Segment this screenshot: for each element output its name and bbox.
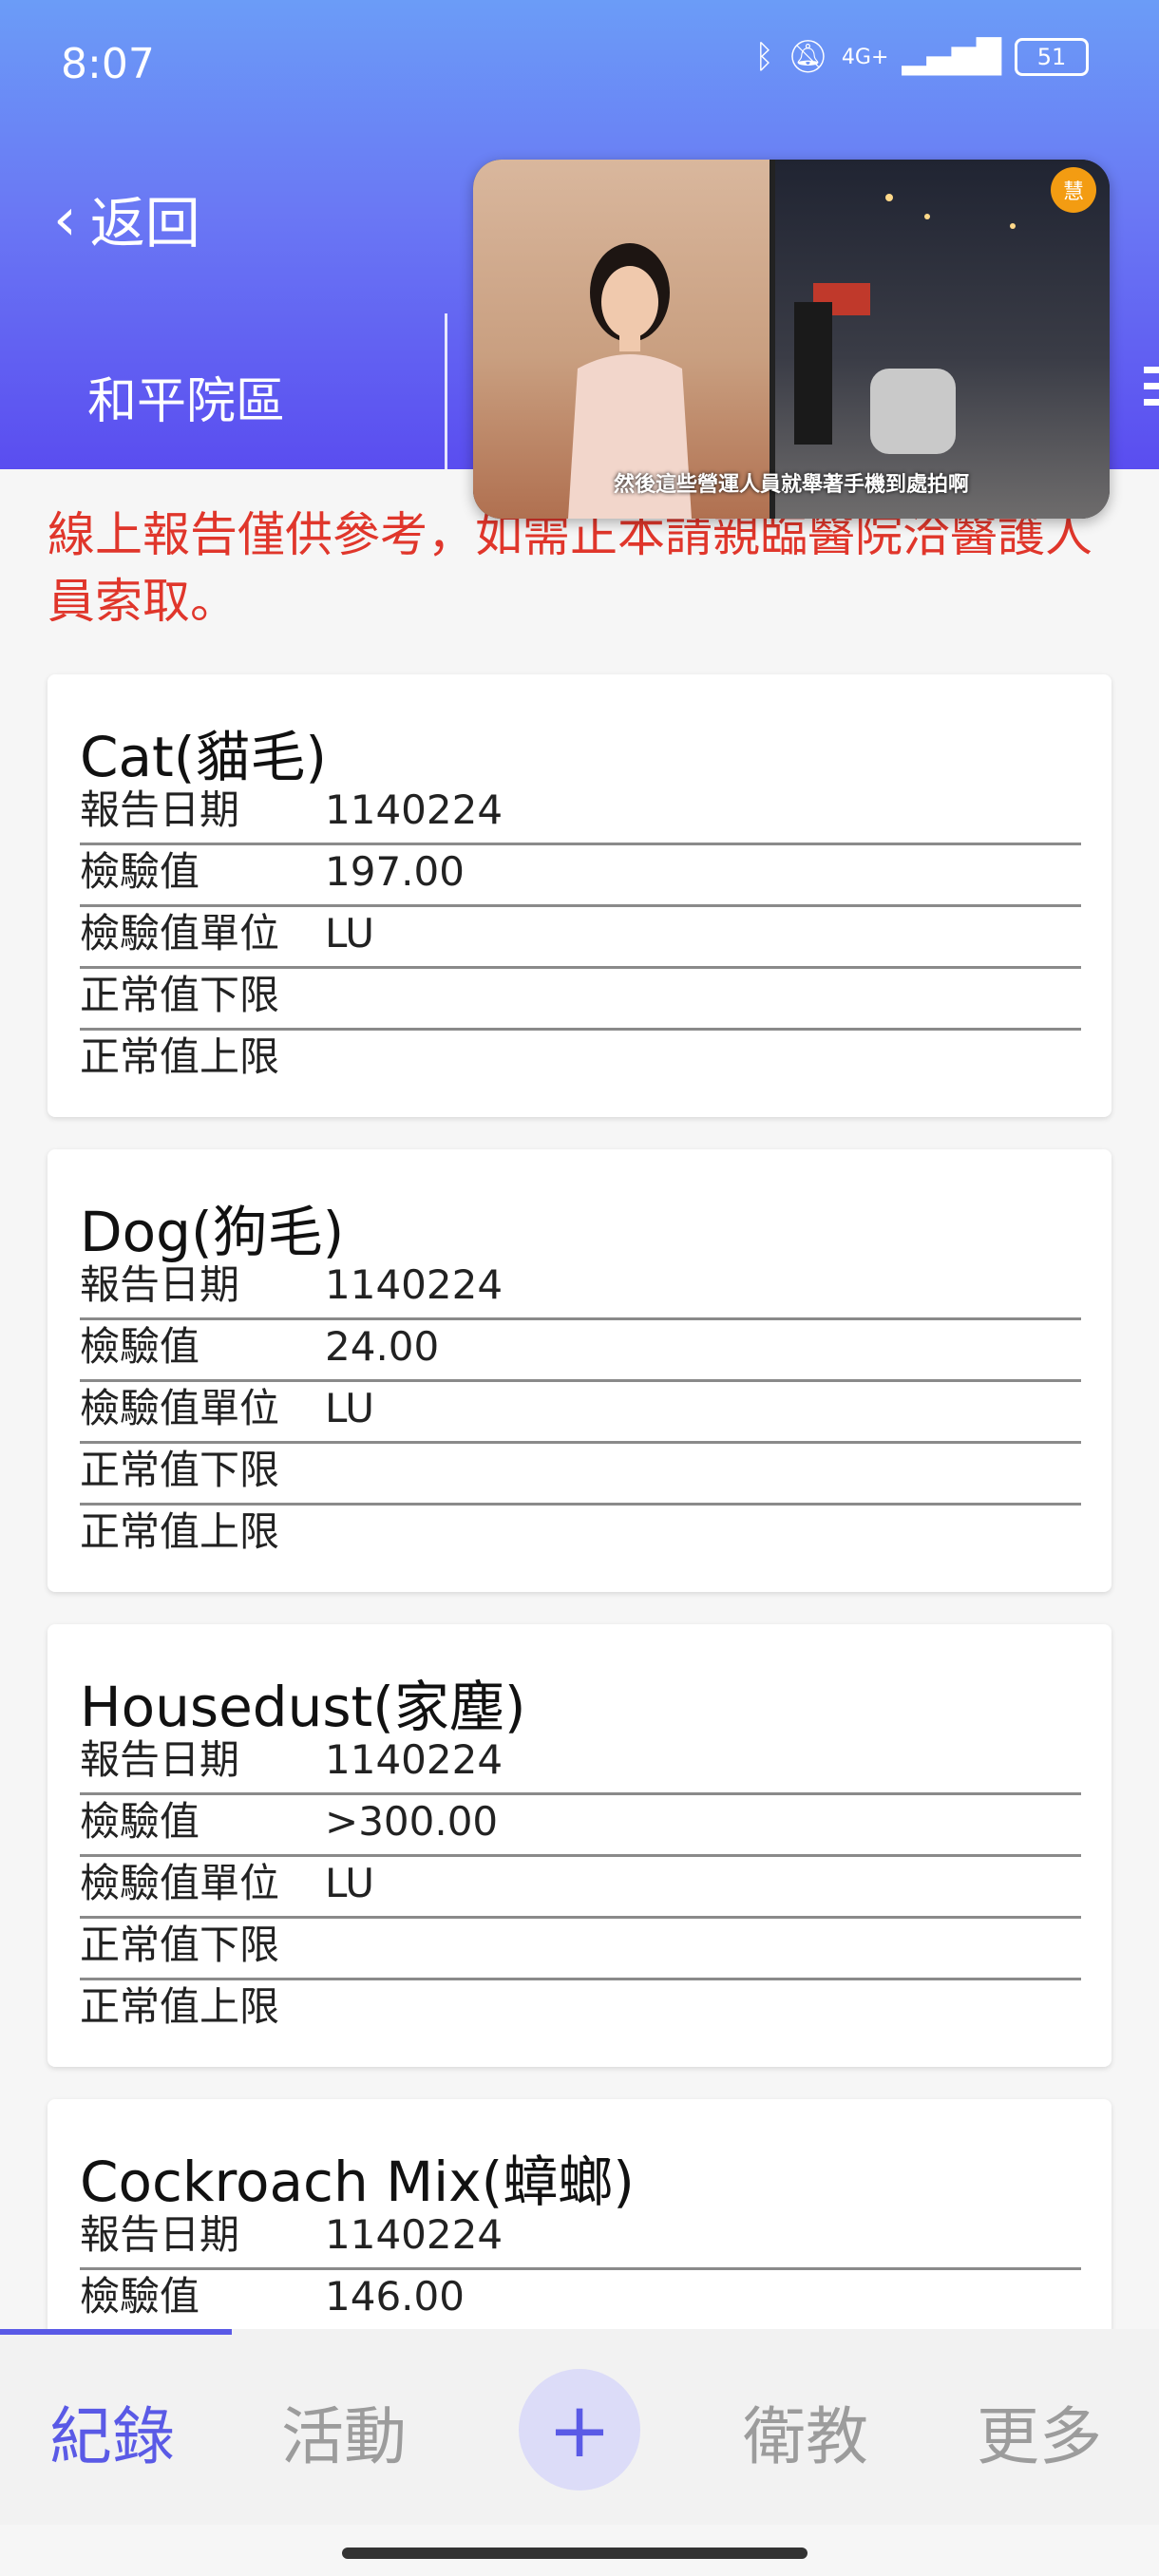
label-upper: 正常值上限 — [80, 1983, 280, 2030]
battery-icon: 51 — [1015, 38, 1089, 76]
label-unit: 檢驗值單位 — [80, 910, 280, 957]
tab-indicator — [0, 2329, 232, 2335]
header-divider — [445, 313, 447, 469]
channel-logo-icon: 慧 — [1051, 167, 1096, 213]
value-unit: LU — [325, 1385, 375, 1431]
label-lower: 正常值下限 — [80, 1447, 280, 1493]
row-lower: 正常值下限 — [80, 966, 1081, 1031]
value-date: 1140224 — [325, 1736, 504, 1783]
status-time: 8:07 — [61, 40, 155, 88]
add-button[interactable]: + — [519, 2369, 640, 2491]
video-pip[interactable]: 慧 然後這些營運人員就舉著手機到處拍啊 — [473, 160, 1110, 519]
label-unit: 檢驗值單位 — [80, 1860, 280, 1906]
label-date: 報告日期 — [80, 1736, 240, 1783]
row-upper: 正常值上限 — [80, 1503, 1081, 1564]
label-value: 檢驗值 — [80, 1798, 200, 1845]
tab-records[interactable]: 紀錄 — [49, 2386, 175, 2477]
row-date: 報告日期 1140224 — [80, 2206, 1081, 2270]
signal-icon: ▂▄▆█ — [902, 38, 1001, 76]
bluetooth-icon: ᛒ — [754, 38, 774, 76]
row-date: 報告日期 1140224 — [80, 1731, 1081, 1795]
tab-education[interactable]: 衛教 — [743, 2386, 868, 2477]
value-unit: LU — [325, 910, 375, 957]
tab-more[interactable]: 更多 — [977, 2386, 1102, 2477]
bottom-tab-bar: 紀錄 活動 + 衛教 更多 — [0, 2329, 1159, 2525]
value-result: 146.00 — [325, 2273, 465, 2320]
row-value: 檢驗值 197.00 — [80, 843, 1081, 907]
network-label: 4G+ — [841, 45, 889, 69]
video-frame-left — [473, 160, 770, 519]
value-date: 1140224 — [325, 786, 504, 833]
label-upper: 正常值上限 — [80, 1033, 280, 1080]
value-result: 197.00 — [325, 848, 465, 895]
result-card: Dog(狗毛) 報告日期 1140224 檢驗值 24.00 檢驗值單位 LU 正常值… — [48, 1149, 1112, 1592]
label-value: 檢驗值 — [80, 2273, 200, 2320]
status-icons: ᛒ 🔕︎ 4G+ ▂▄▆█ 51 — [754, 38, 1089, 76]
row-value: 檢驗值 24.00 — [80, 1317, 1081, 1382]
report-notice: 線上報告僅供參考，如需正本請親臨醫院洽醫護人員索取。 — [48, 507, 1092, 629]
video-frame-right — [775, 160, 1110, 519]
value-result: 24.00 — [325, 1323, 440, 1370]
row-unit: 檢驗值單位 LU — [80, 1379, 1081, 1444]
row-date: 報告日期 1140224 — [80, 1256, 1081, 1320]
row-lower: 正常值下限 — [80, 1441, 1081, 1506]
label-lower: 正常值下限 — [80, 1922, 280, 1968]
menu-icon[interactable] — [1144, 367, 1159, 415]
row-value: 檢驗值 146.00 — [80, 2267, 1081, 2332]
value-result: >300.00 — [325, 1798, 499, 1845]
campus-selector[interactable]: 和平院區 — [87, 361, 285, 432]
row-lower: 正常值下限 — [80, 1916, 1081, 1980]
bell-off-icon: 🔕︎ — [787, 38, 828, 76]
row-date: 報告日期 1140224 — [80, 781, 1081, 845]
tab-activity[interactable]: 活動 — [281, 2386, 407, 2477]
result-card: Cat(貓毛) 報告日期 1140224 檢驗值 197.00 檢驗值單位 LU 正常… — [48, 674, 1112, 1117]
chevron-left-icon: ‹ — [53, 183, 77, 254]
row-upper: 正常值上限 — [80, 1028, 1081, 1089]
value-date: 1140224 — [325, 2211, 504, 2258]
video-caption: 然後這些營運人員就舉著手機到處拍啊 — [613, 473, 969, 497]
back-button[interactable]: ‹ 返回 — [53, 179, 200, 258]
row-upper: 正常值上限 — [80, 1978, 1081, 2039]
label-date: 報告日期 — [80, 2211, 240, 2258]
label-upper: 正常值上限 — [80, 1508, 280, 1555]
result-card: Housedust(家塵) 報告日期 1140224 檢驗值 >300.00 檢驗值… — [48, 1624, 1112, 2067]
row-unit: 檢驗值單位 LU — [80, 1854, 1081, 1919]
label-lower: 正常值下限 — [80, 972, 280, 1018]
value-date: 1140224 — [325, 1261, 504, 1308]
row-unit: 檢驗值單位 LU — [80, 904, 1081, 969]
row-value: 檢驗值 >300.00 — [80, 1792, 1081, 1857]
home-indicator[interactable] — [342, 2548, 808, 2559]
label-date: 報告日期 — [80, 786, 240, 833]
back-label: 返回 — [89, 191, 200, 256]
value-unit: LU — [325, 1860, 375, 1906]
label-date: 報告日期 — [80, 1261, 240, 1308]
label-unit: 檢驗值單位 — [80, 1385, 280, 1431]
result-card: Cockroach Mix(蟑螂) 報告日期 1140224 檢驗值 146.00 — [48, 2099, 1112, 2346]
label-value: 檢驗值 — [80, 848, 200, 895]
label-value: 檢驗值 — [80, 1323, 200, 1370]
street-scene — [794, 194, 1016, 454]
